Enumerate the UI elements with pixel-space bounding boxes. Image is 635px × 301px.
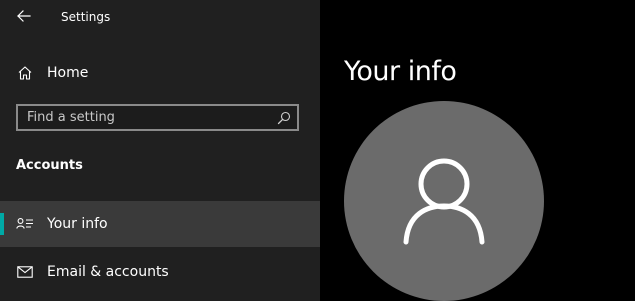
page-title: Your info [344,56,457,87]
window-title: Settings [61,10,111,24]
home-icon [15,63,35,83]
sidebar-item-label: Home [47,65,89,81]
main-content: Your info [320,0,635,301]
sidebar: Settings Home Accounts [0,0,320,301]
avatar [344,101,544,301]
settings-window: Settings Home Accounts [0,0,635,301]
sidebar-item-label: Your info [47,216,108,232]
section-heading: Accounts [16,158,83,173]
search-input[interactable] [18,106,268,129]
arrow-left-icon [17,10,31,22]
sidebar-item-home[interactable]: Home [0,56,320,90]
search-field[interactable] [16,104,299,131]
person-card-icon [15,214,35,234]
sidebar-item-label: Email & accounts [47,264,169,280]
user-silhouette-icon [403,158,485,245]
mail-icon [15,262,35,282]
sidebar-item-your-info[interactable]: Your info [0,201,320,247]
sidebar-item-email-accounts[interactable]: Email & accounts [0,249,320,295]
back-button[interactable] [8,2,40,30]
selection-indicator [0,213,4,235]
search-icon[interactable] [277,110,291,125]
